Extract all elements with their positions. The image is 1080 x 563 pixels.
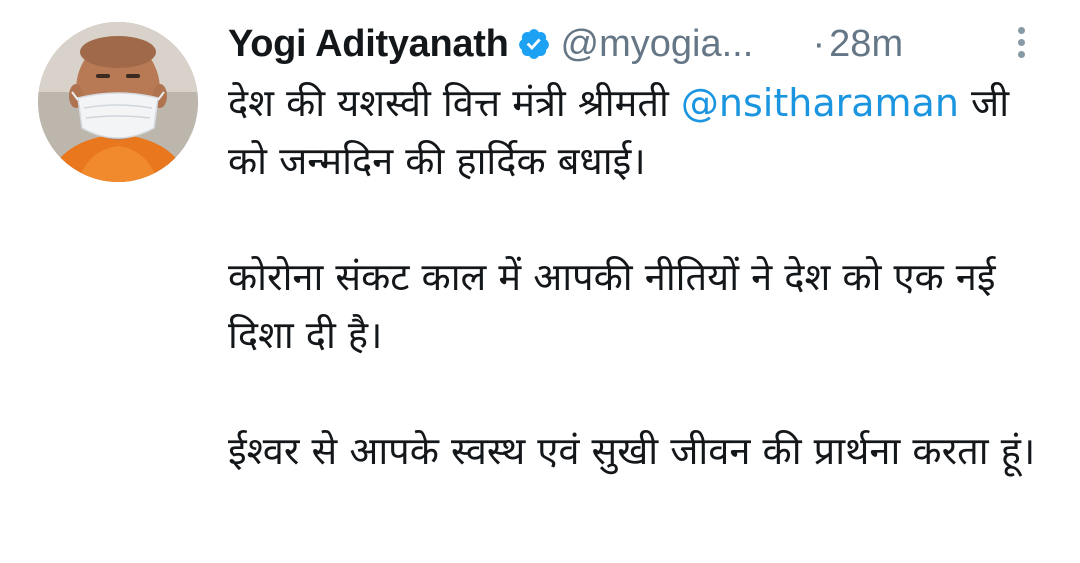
- tweet-paragraph-3: ईश्वर से आपके स्वस्थ एवं सुखी जीवन की प्…: [228, 429, 1036, 473]
- tweet-paragraph-1: देश की यशस्वी वित्त मंत्री श्रीमती @nsit…: [228, 74, 1058, 190]
- verified-badge-icon: [517, 27, 551, 61]
- more-dot: [1017, 38, 1025, 46]
- user-handle[interactable]: @myogia...: [561, 23, 787, 66]
- tweet-text-segment: देश की यशस्वी वित्त मंत्री श्रीमती: [228, 81, 681, 125]
- more-vertical-icon[interactable]: [1006, 20, 1036, 64]
- more-dot: [1017, 26, 1025, 34]
- display-name[interactable]: Yogi Adityanath: [228, 23, 509, 66]
- profile-photo: [38, 22, 198, 182]
- tweet-text: देश की यशस्वी वित्त मंत्री श्रीमती @nsit…: [228, 74, 1058, 480]
- header-separator: ·: [812, 22, 826, 65]
- timestamp[interactable]: 28m: [829, 23, 903, 66]
- tweet-paragraph-2: कोरोना संकट काल में आपकी नीतियों ने देश …: [228, 255, 996, 357]
- mention-link[interactable]: @nsitharaman: [681, 81, 959, 125]
- tweet-header: Yogi Adityanath @myogia... · 28m: [228, 18, 1028, 70]
- tweet-card[interactable]: Yogi Adityanath @myogia... · 28m देश की …: [0, 0, 1080, 563]
- more-dot: [1017, 50, 1025, 58]
- avatar[interactable]: [38, 22, 198, 182]
